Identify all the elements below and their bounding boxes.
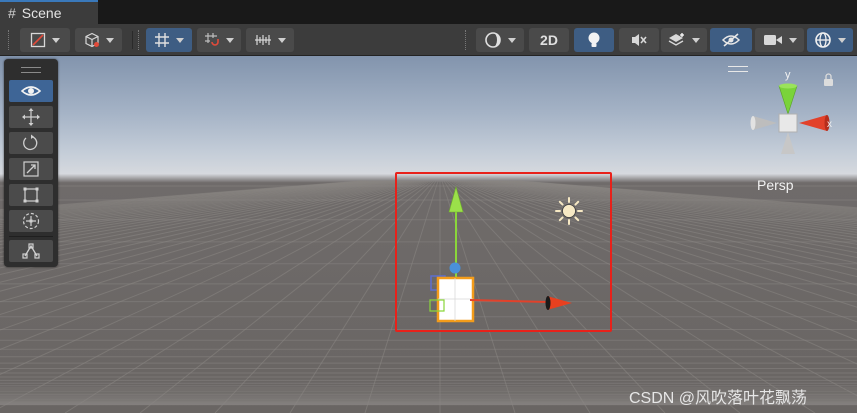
chevron-down-icon: [278, 37, 286, 43]
tab-scene-label: Scene: [21, 5, 62, 21]
highlight-box: [395, 172, 612, 332]
chevron-down-icon: [52, 37, 60, 43]
scene-viewport[interactable]: y x Persp CSDN @风吹落叶花飘荡: [0, 56, 857, 413]
circle-sphere-icon: [485, 32, 501, 48]
tab-scene[interactable]: # Scene: [0, 0, 98, 24]
grid-toggle-button[interactable]: [146, 28, 192, 52]
toolbar-grip[interactable]: [8, 30, 11, 50]
lighting-toggle-button[interactable]: [574, 28, 614, 52]
hidden-toggle-button[interactable]: [710, 28, 752, 52]
layers-icon: [668, 33, 684, 46]
gizmos-button[interactable]: [807, 28, 853, 52]
orientation-button[interactable]: [476, 28, 524, 52]
hash-grid-icon: #: [8, 5, 16, 21]
tab-bar: # Scene: [0, 0, 857, 24]
chevron-down-icon: [788, 37, 797, 43]
toolbar-grip[interactable]: [465, 30, 468, 50]
chevron-down-icon: [226, 37, 234, 43]
snap-icon: [205, 33, 219, 46]
watermark-text: CSDN @风吹落叶花飘荡: [629, 390, 808, 407]
increment-snap-button[interactable]: [246, 28, 294, 52]
2d-label: 2D: [540, 32, 558, 48]
effects-button[interactable]: [661, 28, 707, 52]
toolbar-grip[interactable]: [138, 30, 141, 50]
chevron-down-icon: [176, 37, 184, 43]
chevron-down-icon: [508, 37, 516, 43]
mute-icon: [632, 34, 647, 46]
grid-icon: [155, 33, 169, 47]
globe-icon: [815, 32, 831, 48]
chevron-down-icon: [838, 37, 846, 43]
2d-toggle-button[interactable]: 2D: [529, 28, 569, 52]
cube-outline-icon: [84, 32, 99, 48]
ruler-icon: [255, 35, 271, 45]
scene-toolbar: 2D: [0, 24, 857, 56]
toolbar-separator: [132, 31, 133, 49]
eye-slash-icon: [721, 33, 741, 47]
camera-icon: [763, 35, 782, 45]
render-mode-button[interactable]: [75, 28, 122, 52]
audio-toggle-button[interactable]: [619, 28, 659, 52]
chevron-down-icon: [692, 37, 700, 43]
snap-toggle-button[interactable]: [197, 28, 241, 52]
shading-mode-icon: [30, 32, 46, 48]
bulb-icon: [588, 32, 600, 47]
chevron-down-icon: [105, 37, 114, 43]
camera-button[interactable]: [755, 28, 804, 52]
draw-mode-button[interactable]: [20, 28, 70, 52]
